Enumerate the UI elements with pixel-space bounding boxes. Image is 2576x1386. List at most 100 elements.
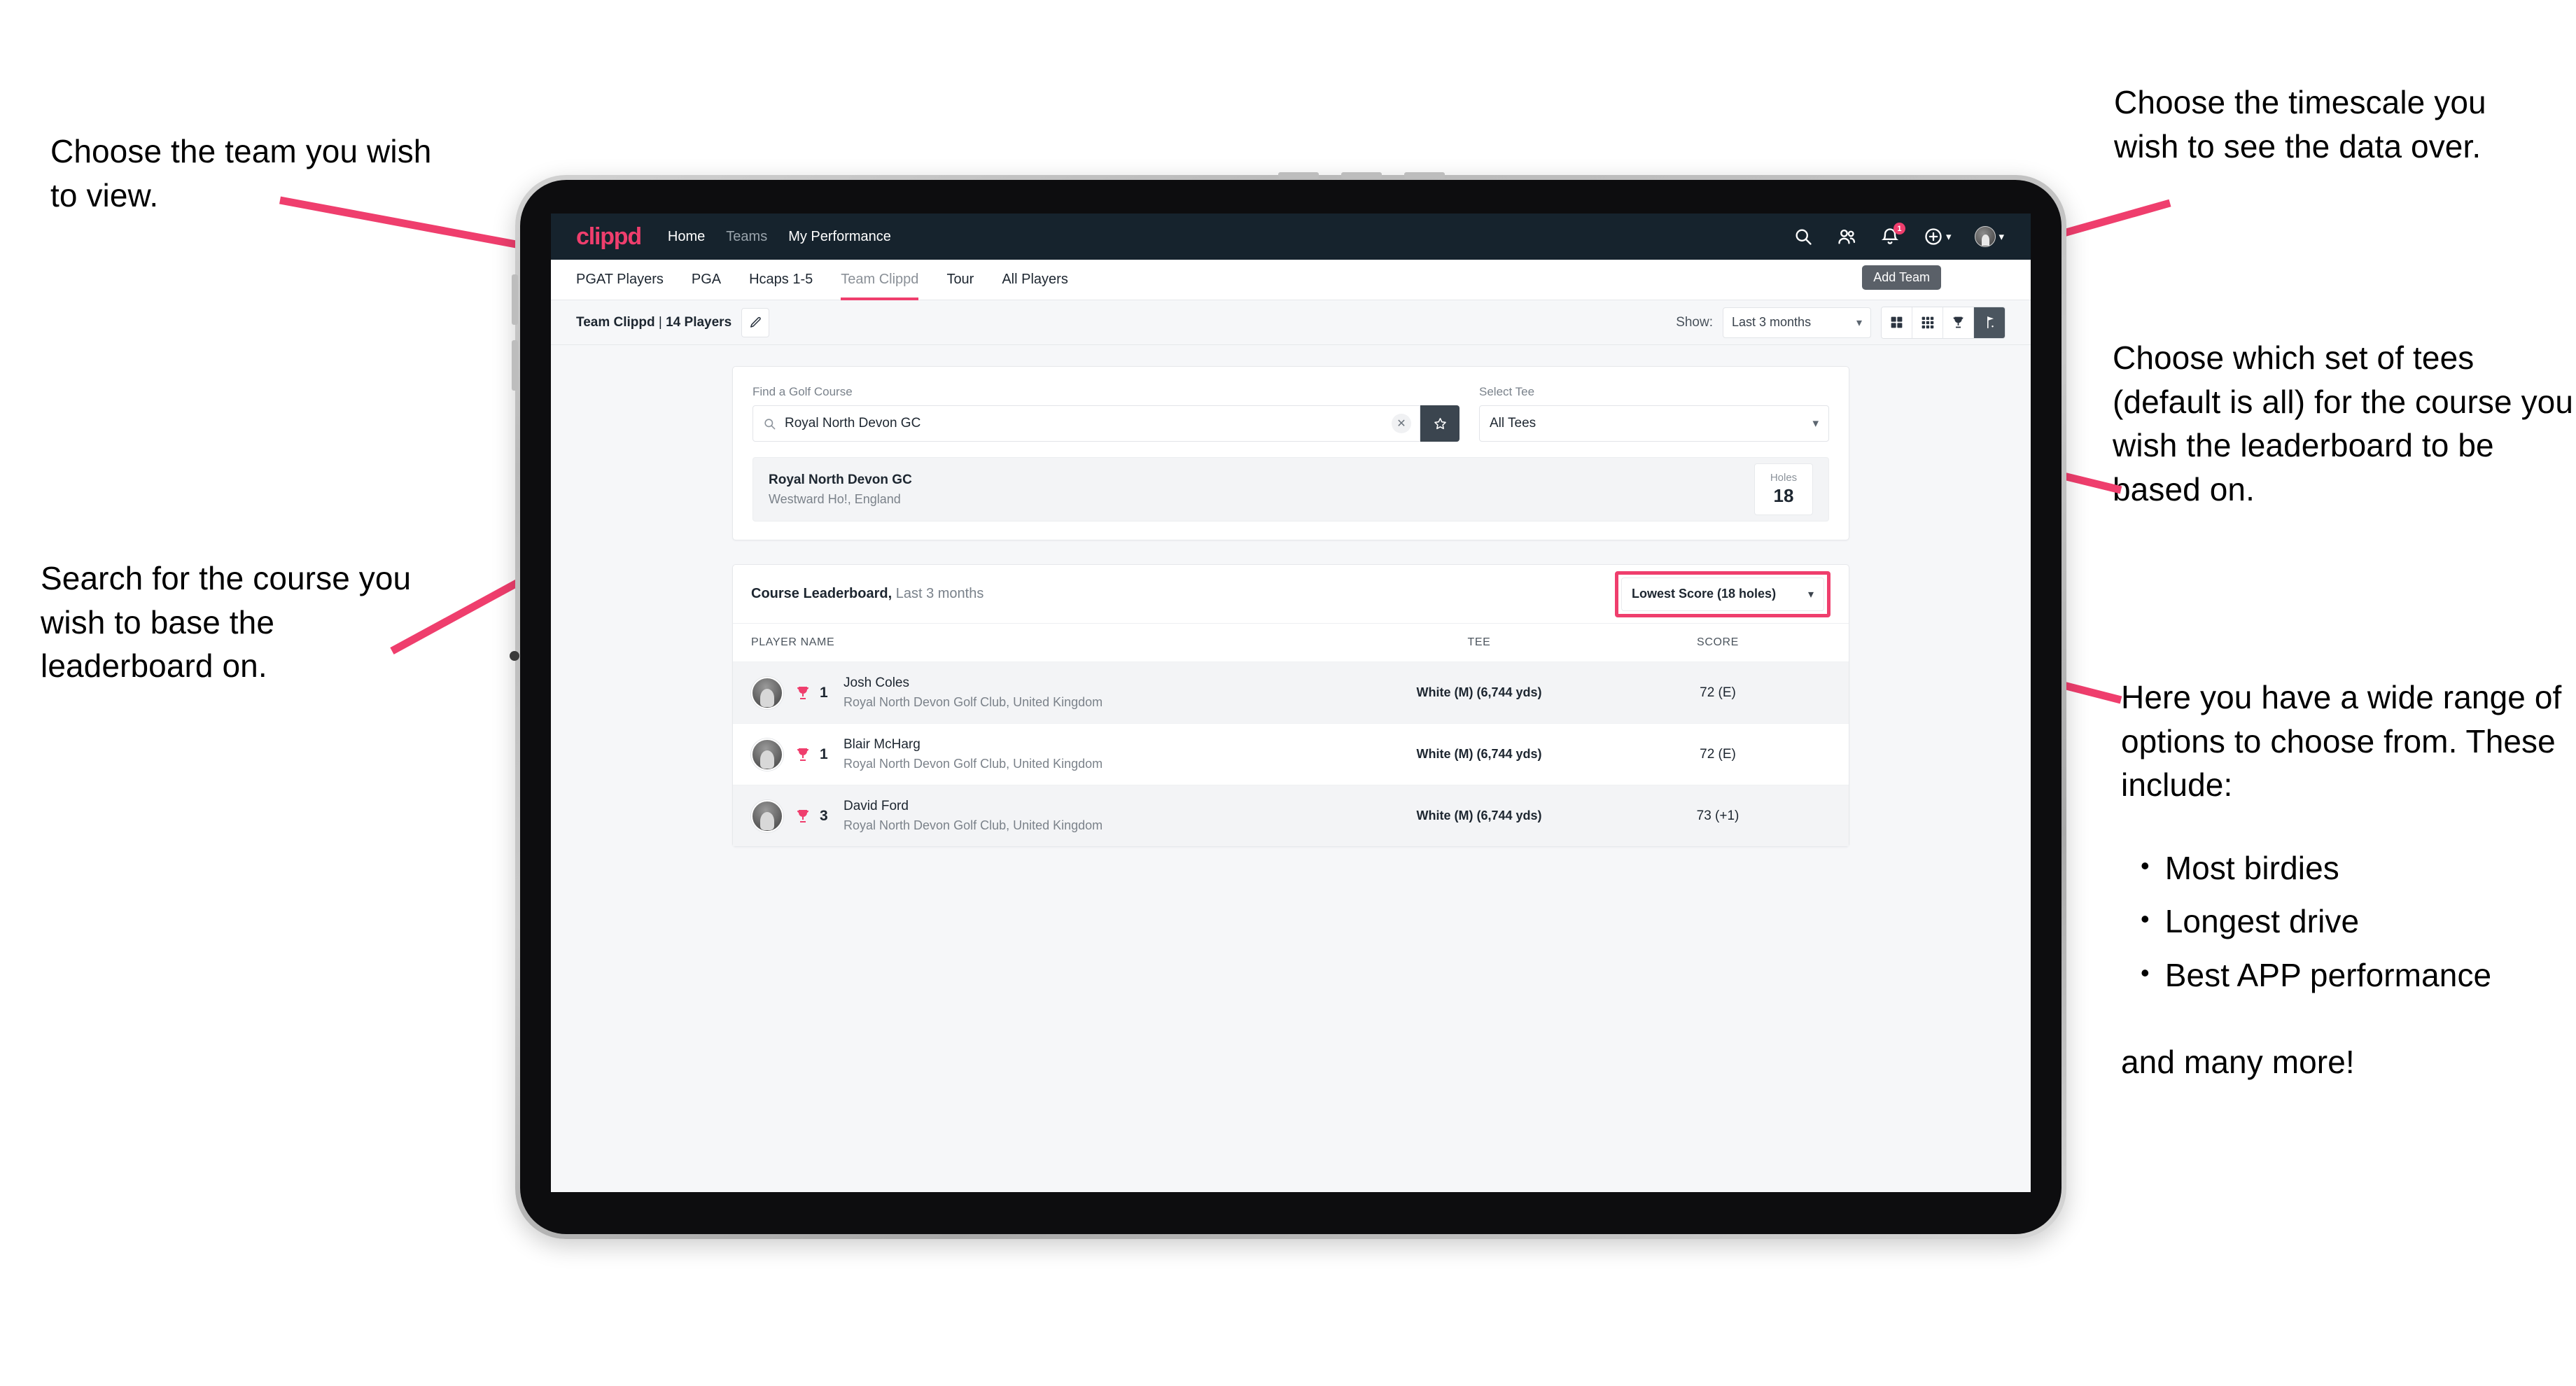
device-side-indicator [510, 651, 519, 661]
chevron-down-icon[interactable]: ▾ [1946, 230, 1952, 243]
list-item: • Longest drive [2121, 899, 2576, 944]
player-cell: 1 Josh Coles Royal North Devon Golf Club… [751, 676, 1353, 710]
toolbar-right: Show: Last 3 months ▾ [1676, 306, 2005, 339]
player-score: 73 (+1) [1696, 808, 1740, 823]
timescale-select[interactable]: Last 3 months ▾ [1723, 307, 1871, 338]
course-result-row[interactable]: Royal North Devon GC Westward Ho!, Engla… [752, 457, 1829, 522]
chevron-down-icon: ▾ [1856, 316, 1862, 329]
annotation-options: Here you have a wide range of options to… [2121, 676, 2576, 1084]
chevron-down-icon[interactable]: ▾ [1998, 230, 2004, 243]
player-info: Josh Coles Royal North Devon Golf Club, … [844, 676, 1102, 710]
team-toolbar: Team Clippd | 14 Players Show: Last 3 mo… [551, 300, 2031, 345]
holes-label: Holes [1770, 472, 1798, 484]
player-name: Blair McHarg [844, 737, 920, 752]
grid-small-icon [1921, 316, 1934, 329]
search-icon [763, 417, 776, 430]
course-leaderboard-card: Course Leaderboard, Last 3 months Lowest… [732, 564, 1849, 847]
player-info: David Ford Royal North Devon Golf Club, … [844, 799, 1102, 833]
avatar[interactable] [1975, 226, 1996, 247]
player-score: 72 (E) [1700, 685, 1736, 700]
grid-small-view-button[interactable] [1912, 307, 1943, 338]
pencil-icon [750, 316, 761, 328]
nav-link-teams[interactable]: Teams [726, 229, 767, 245]
avatar [751, 738, 783, 771]
grid-large-icon [1891, 316, 1903, 328]
clippd-logo[interactable]: clippd [576, 223, 642, 251]
player-cell: 1 Blair McHarg Royal North Devon Golf Cl… [751, 737, 1353, 771]
edit-team-button[interactable] [741, 307, 770, 337]
player-rank: 1 [820, 684, 828, 701]
golf-flag-icon [1987, 316, 1994, 328]
nav-link-my-performance[interactable]: My Performance [788, 229, 891, 245]
bullet-label: Longest drive [2164, 903, 2360, 940]
course-result-text: Royal North Devon GC Westward Ho!, Engla… [769, 472, 912, 507]
team-tab-bar: PGAT Players PGA Hcaps 1-5 Team Clippd T… [551, 260, 2031, 300]
list-item: • Best APP performance [2121, 953, 2576, 997]
people-icon[interactable] [1837, 227, 1856, 246]
trophy-view-button[interactable] [1943, 307, 1974, 338]
trophy-icon [794, 808, 811, 825]
tablet-bezel: clippd Home Teams My Performance 1 ▾ ▾ P… [520, 180, 2062, 1234]
add-team-tooltip: Add Team [1862, 265, 1941, 290]
tab-pga[interactable]: PGA [692, 260, 721, 300]
course-view-button[interactable] [1974, 307, 2005, 338]
chevron-down-icon: ▾ [1812, 416, 1819, 430]
player-tee: White (M) (6,744 yds) [1416, 747, 1542, 761]
team-player-count: 14 Players [666, 314, 732, 330]
top-navigation-bar: clippd Home Teams My Performance 1 ▾ ▾ [551, 214, 2031, 260]
tab-tour[interactable]: Tour [946, 260, 974, 300]
player-club: Royal North Devon Golf Club, United King… [844, 818, 1103, 832]
tab-hcaps-1-5[interactable]: Hcaps 1-5 [749, 260, 813, 300]
player-club: Royal North Devon Golf Club, United King… [844, 757, 1103, 771]
course-result-name: Royal North Devon GC [769, 472, 912, 487]
leaderboard-sort-highlight: Lowest Score (18 holes) ▾ [1615, 570, 1830, 617]
device-volume-down-button [512, 340, 518, 391]
account-menu[interactable]: ▾ [1975, 226, 2004, 247]
device-button-top-3 [1404, 172, 1445, 178]
bell-icon[interactable]: 1 [1880, 223, 1905, 246]
holes-badge: Holes 18 [1754, 463, 1813, 515]
trophy-icon [1953, 316, 1963, 328]
list-item: • Most birdies [2121, 846, 2576, 890]
tee-field-group: Select Tee All Tees ▾ [1479, 385, 1829, 442]
leaderboard-header: Course Leaderboard, Last 3 months Lowest… [733, 565, 1849, 624]
add-menu[interactable]: ▾ [1924, 227, 1952, 246]
trophy-icon [794, 746, 811, 763]
avatar [751, 676, 783, 709]
device-volume-up-button [512, 274, 518, 325]
annotation-search-course: Search for the course you wish to base t… [41, 560, 412, 685]
close-icon[interactable]: ✕ [1392, 414, 1411, 433]
nav-link-home[interactable]: Home [668, 229, 705, 245]
bullet-icon: • [2141, 904, 2150, 934]
player-cell: 3 David Ford Royal North Devon Golf Club… [751, 799, 1353, 833]
table-row[interactable]: 1 Blair McHarg Royal North Devon Golf Cl… [733, 723, 1849, 785]
view-toggle-group [1881, 306, 2005, 339]
annotation-tees: Choose which set of tees (default is all… [2113, 340, 2574, 507]
tee-select[interactable]: All Tees ▾ [1479, 405, 1829, 442]
player-tee: White (M) (6,744 yds) [1416, 808, 1542, 822]
primary-nav-links: Home Teams My Performance [668, 229, 891, 245]
course-search-input[interactable]: Royal North Devon GC ✕ [752, 405, 1420, 442]
avatar [751, 799, 783, 832]
player-club: Royal North Devon Golf Club, United King… [844, 695, 1103, 709]
player-info: Blair McHarg Royal North Devon Golf Club… [844, 737, 1102, 771]
bullet-icon: • [2141, 958, 2150, 987]
tab-all-players[interactable]: All Players [1002, 260, 1068, 300]
search-icon[interactable] [1793, 227, 1813, 246]
search-field-row: Find a Golf Course Royal North Devon GC … [752, 385, 1829, 442]
bullet-icon: • [2141, 850, 2150, 880]
player-name: David Ford [844, 799, 909, 813]
course-search-wrap: Royal North Devon GC ✕ [752, 405, 1460, 442]
tab-pgat-players[interactable]: PGAT Players [576, 260, 664, 300]
nav-actions: 1 ▾ ▾ [1793, 223, 2004, 247]
annotation-options-tail: and many more! [2121, 1044, 2355, 1081]
table-row[interactable]: 3 David Ford Royal North Devon Golf Club… [733, 785, 1849, 846]
grid-large-view-button[interactable] [1882, 307, 1912, 338]
favourite-course-button[interactable] [1420, 405, 1460, 442]
plus-circle-icon[interactable] [1924, 227, 1943, 246]
tab-team-clippd[interactable]: Team Clippd [841, 260, 919, 300]
app-screen: clippd Home Teams My Performance 1 ▾ ▾ P… [551, 214, 2031, 1192]
table-row[interactable]: 1 Josh Coles Royal North Devon Golf Club… [733, 662, 1849, 723]
leaderboard-sort-select[interactable]: Lowest Score (18 holes) ▾ [1621, 577, 1824, 611]
leaderboard-title-main: Course Leaderboard, [751, 586, 892, 601]
